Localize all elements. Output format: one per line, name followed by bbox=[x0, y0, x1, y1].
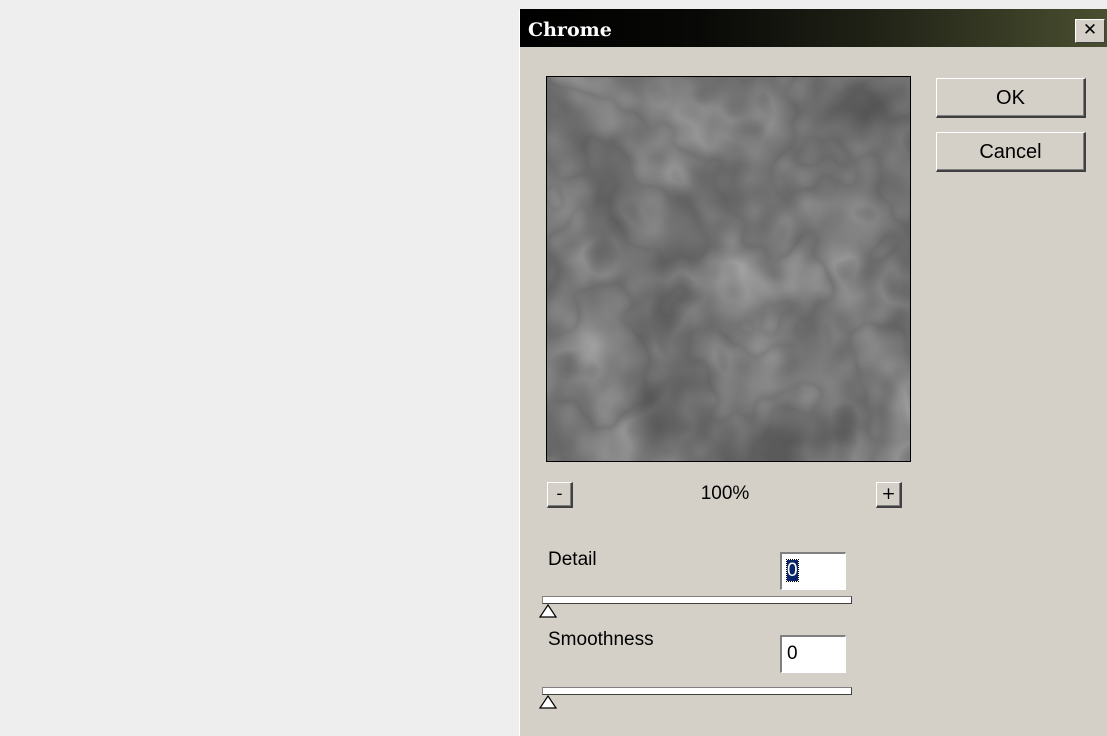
screen: Chrome ✕ OK Cancel - 100% + Detail 0 Smo… bbox=[0, 0, 1107, 736]
detail-value: 0 bbox=[786, 559, 799, 582]
smoothness-slider-track[interactable] bbox=[542, 687, 852, 695]
smoothness-label: Smoothness bbox=[548, 629, 654, 650]
close-icon: ✕ bbox=[1082, 20, 1098, 40]
close-button[interactable]: ✕ bbox=[1075, 19, 1105, 43]
chrome-filter-dialog: Chrome ✕ OK Cancel - 100% + Detail 0 Smo… bbox=[519, 9, 1107, 736]
detail-field[interactable]: 0 bbox=[780, 552, 846, 590]
smoothness-slider-thumb[interactable] bbox=[539, 695, 557, 709]
zoom-in-button[interactable]: + bbox=[876, 482, 902, 508]
chrome-texture-image bbox=[547, 77, 910, 461]
detail-label: Detail bbox=[548, 549, 597, 570]
filter-preview[interactable] bbox=[546, 76, 911, 462]
cancel-button[interactable]: Cancel bbox=[936, 132, 1086, 172]
plus-icon: + bbox=[881, 484, 896, 504]
smoothness-field[interactable]: 0 bbox=[780, 635, 846, 673]
dialog-title: Chrome bbox=[528, 19, 612, 41]
zoom-out-button[interactable]: - bbox=[547, 482, 573, 508]
zoom-level: 100% bbox=[700, 483, 750, 504]
smoothness-value: 0 bbox=[787, 643, 798, 664]
title-bar[interactable]: Chrome ✕ bbox=[520, 9, 1107, 47]
detail-slider-track[interactable] bbox=[542, 596, 852, 604]
minus-icon: - bbox=[556, 484, 563, 504]
ok-button[interactable]: OK bbox=[936, 78, 1086, 118]
detail-slider-thumb[interactable] bbox=[539, 604, 557, 618]
